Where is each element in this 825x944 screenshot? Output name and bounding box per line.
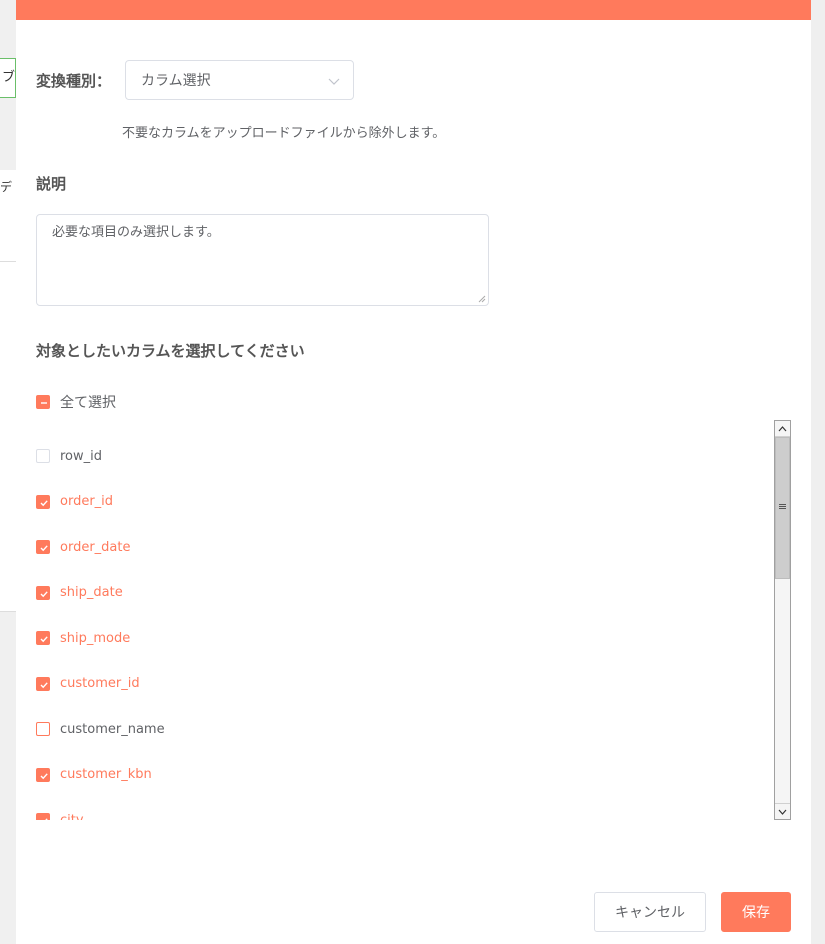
grip-icon: [779, 504, 786, 510]
scroll-down-button[interactable]: [775, 803, 790, 819]
column-checkbox-label: row_id: [60, 448, 103, 464]
column-checkbox[interactable]: [36, 494, 50, 509]
background-tab-fragment: ブ: [0, 58, 16, 98]
column-checkbox-label: ship_mode: [60, 630, 131, 646]
check-icon: [40, 590, 48, 597]
description-textarea[interactable]: 必要な項目のみ選択します。: [36, 214, 489, 306]
background-text-fragment: デ: [0, 170, 16, 262]
background-panel-fragment: [0, 262, 16, 612]
column-checkbox[interactable]: [36, 585, 50, 600]
check-icon: [40, 636, 48, 643]
column-list-scrollbar[interactable]: [774, 420, 791, 820]
column-checkbox-row[interactable]: customer_id: [36, 674, 140, 694]
conversion-type-select[interactable]: カラム選択: [125, 60, 354, 100]
conversion-type-label: 変換種別：: [36, 71, 112, 90]
columns-heading: 対象としたいカラムを選択してください: [36, 342, 305, 360]
column-checkbox-row[interactable]: row_id: [36, 446, 102, 466]
column-checkbox-label: city: [60, 812, 84, 821]
column-checkbox[interactable]: [36, 540, 50, 554]
conversion-type-value: カラム選択: [141, 73, 211, 89]
select-all-label: 全て選択: [60, 395, 116, 411]
column-list: row_id order_id order_date ship_date ship_mo…: [16, 420, 811, 820]
scrollbar-thumb[interactable]: [775, 437, 790, 579]
check-icon: [45, 818, 48, 820]
column-checkbox[interactable]: [36, 676, 50, 691]
resize-handle-icon[interactable]: [477, 294, 486, 303]
chevron-down-icon: [328, 78, 340, 85]
minus-icon: [41, 402, 47, 404]
column-checkbox-label: order_id: [60, 494, 114, 509]
column-checkbox-label: order_date: [60, 539, 131, 555]
column-checkbox[interactable]: [36, 722, 50, 736]
column-checkbox-row[interactable]: order_id: [36, 492, 113, 512]
save-button[interactable]: 保存: [721, 892, 791, 932]
check-icon: [40, 772, 48, 779]
column-checkbox[interactable]: [36, 631, 50, 645]
column-checkbox-label: customer_kbn: [60, 767, 152, 782]
background-page-right: [811, 0, 825, 944]
column-checkbox-row[interactable]: customer_name: [36, 719, 165, 739]
column-checkbox-label: ship_date: [60, 585, 123, 600]
select-all-checkbox-row[interactable]: 全て選択: [36, 392, 116, 412]
conversion-type-description: 不要なカラムをアップロードファイルから除外します。: [122, 126, 446, 141]
column-select-dialog: 変換種別： カラム選択 不要なカラムをアップロードファイルから除外します。 説明…: [16, 0, 811, 944]
check-icon: [40, 545, 48, 552]
column-checkbox-row[interactable]: ship_mode: [36, 628, 130, 648]
column-checkbox[interactable]: [36, 449, 50, 463]
description-text: 必要な項目のみ選択します。: [52, 225, 220, 240]
chevron-up-icon: [778, 426, 787, 432]
column-checkbox-row[interactable]: customer_kbn: [36, 765, 152, 785]
column-checkbox-label: customer_id: [60, 676, 140, 691]
chevron-down-icon: [778, 809, 787, 815]
description-label: 説明: [36, 175, 67, 193]
check-icon: [40, 681, 48, 688]
background-page: ブ デ: [0, 0, 16, 944]
column-checkbox[interactable]: [36, 813, 50, 820]
column-checkbox-row[interactable]: order_date: [36, 537, 130, 557]
select-all-checkbox[interactable]: [36, 395, 50, 409]
check-icon: [40, 499, 48, 506]
scroll-up-button[interactable]: [775, 421, 790, 437]
column-checkbox-label: customer_name: [60, 721, 165, 737]
conversion-type-row: 変換種別： カラム選択: [36, 60, 354, 100]
column-checkbox-row[interactable]: ship_date: [36, 583, 123, 603]
dialog-header-bar: [16, 0, 811, 20]
column-checkbox-row[interactable]: city: [36, 810, 84, 820]
column-checkbox[interactable]: [36, 767, 50, 782]
cancel-button[interactable]: キャンセル: [594, 892, 706, 932]
